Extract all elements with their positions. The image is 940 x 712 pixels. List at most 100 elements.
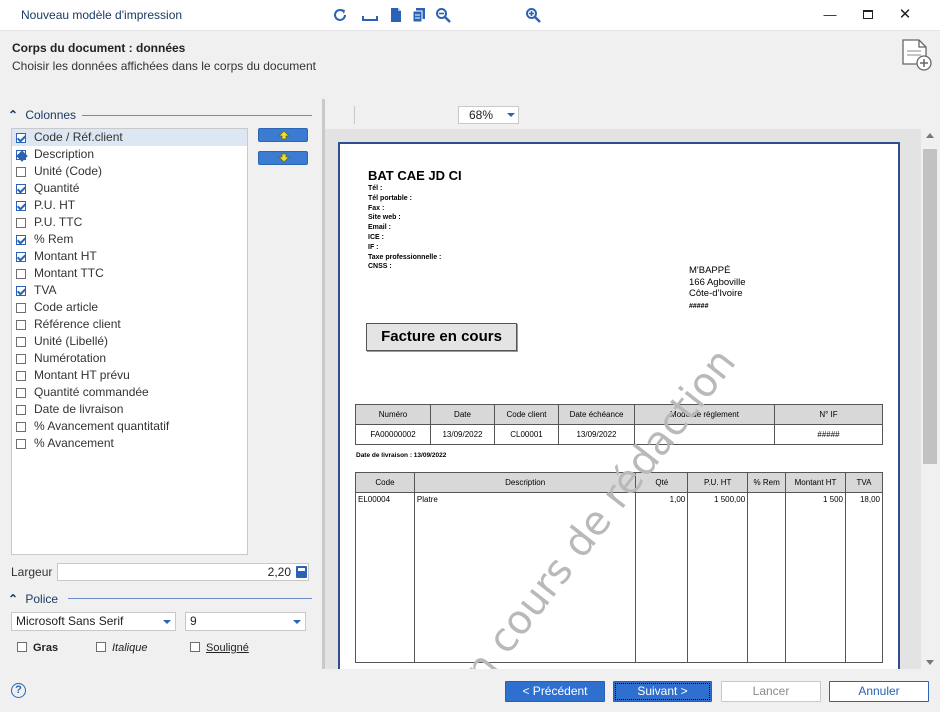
underline-checkbox[interactable]: Souligné [190,642,249,654]
company-field: Email : [368,224,391,232]
chevron-down-icon [507,113,515,117]
column-checkbox[interactable] [16,201,26,211]
font-name-value: Microsoft Sans Serif [16,614,124,628]
table-header-cell: N° IF [774,404,883,425]
column-checkbox[interactable] [16,439,26,449]
column-item[interactable]: Référence client [12,316,247,333]
column-item[interactable]: Quantité commandée [12,384,247,401]
collapse-icon: ⌃ [8,592,19,606]
maximize-button[interactable] [858,6,878,24]
scroll-thumb[interactable] [923,149,937,464]
group-divider [68,598,312,599]
column-checkbox[interactable] [16,320,26,330]
multi-page-icon[interactable] [411,7,427,23]
single-page-icon[interactable] [388,7,404,23]
company-name: BAT CAE JD CI [368,168,462,183]
column-checkbox[interactable] [16,422,26,432]
column-checkbox[interactable] [16,354,26,364]
maximize-icon [863,10,873,19]
column-checkbox[interactable] [16,337,26,347]
column-item[interactable]: % Rem [12,231,247,248]
underline-label: Souligné [206,642,249,654]
print-preview[interactable]: BAT CAE JD CI Tél : Tél portable : Fax : Si… [325,129,921,669]
refresh-icon[interactable] [332,7,348,23]
minimize-button[interactable]: — [820,6,840,24]
font-name-select[interactable]: Microsoft Sans Serif [11,612,176,631]
column-checkbox[interactable] [16,303,26,313]
zoom-select[interactable]: 68% [458,106,519,124]
columns-group-header[interactable]: ⌃ Colonnes [8,108,76,122]
column-item[interactable]: Code article [12,299,247,316]
column-item[interactable]: % Avancement quantitatif [12,418,247,435]
page-width-icon[interactable] [362,7,378,23]
move-up-button[interactable] [258,128,308,142]
cancel-button[interactable]: Annuler [829,681,929,702]
column-label: Montant HT [34,249,97,263]
column-label: Code article [34,300,99,314]
column-label: TVA [34,283,57,297]
arrow-up-icon [278,130,290,140]
italic-checkbox[interactable]: Italique [96,642,147,654]
column-item[interactable]: TVA [12,282,247,299]
column-checkbox[interactable] [16,371,26,381]
column-item[interactable]: Montant TTC [12,265,247,282]
scroll-up-icon[interactable] [926,133,934,138]
arrow-down-icon [278,153,290,163]
column-item[interactable]: P.U. HT [12,197,247,214]
company-field: Tél : [368,185,383,192]
document-add-icon [902,39,932,71]
table-cell: EL00004 [355,492,415,663]
bold-checkbox[interactable]: Gras [17,642,58,654]
column-checkbox[interactable] [16,252,26,262]
column-checkbox[interactable] [16,286,26,296]
column-checkbox[interactable] [16,218,26,228]
font-size-select[interactable]: 9 [185,612,306,631]
column-item[interactable]: Montant HT prévu [12,367,247,384]
column-checkbox[interactable] [16,184,26,194]
table-cell: FA00000002 [355,424,431,445]
column-checkbox[interactable] [16,388,26,398]
column-checkbox[interactable] [16,235,26,245]
column-label: Description [34,147,95,161]
column-item[interactable]: P.U. TTC [12,214,247,231]
launch-button[interactable]: Lancer [721,681,821,702]
next-button[interactable]: Suivant > [613,681,712,702]
font-group-label: Police [25,592,59,606]
column-item[interactable]: Numérotation [12,350,247,367]
font-group-header[interactable]: ⌃ Police [8,592,58,606]
column-label: P.U. HT [34,198,76,212]
column-item[interactable]: Code / Réf.client [12,129,247,146]
previous-button[interactable]: < Précédent [505,681,605,702]
column-item[interactable]: Description [12,146,247,163]
column-checkbox[interactable] [16,167,26,177]
width-input[interactable]: 2,20 [57,563,309,581]
column-item[interactable]: Unité (Libellé) [12,333,247,350]
column-label: Quantité [34,181,80,195]
checkbox-box [190,642,200,652]
window-title: Nouveau modèle d'impression [21,8,183,22]
column-checkbox[interactable] [16,150,26,160]
column-item[interactable]: Quantité [12,180,247,197]
columns-list[interactable]: Code / Réf.client Description Unité (Code)… [11,128,248,555]
column-item[interactable]: Montant HT [12,248,247,265]
column-label: Montant TTC [34,266,104,280]
column-checkbox[interactable] [16,133,26,143]
column-checkbox[interactable] [16,405,26,415]
zoom-in-icon[interactable] [525,7,541,23]
toolbar-divider [354,106,355,124]
preview-scrollbar[interactable] [921,129,940,669]
column-item[interactable]: Date de livraison [12,401,247,418]
calculator-icon[interactable] [296,566,307,578]
help-icon[interactable]: ? [11,683,26,698]
scroll-down-icon[interactable] [926,660,934,665]
zoom-out-icon[interactable] [435,7,451,23]
document-title: Facture en cours [366,323,517,351]
column-label: Référence client [34,317,121,331]
column-checkbox[interactable] [16,269,26,279]
close-button[interactable]: ✕ [895,6,915,24]
column-item[interactable]: Unité (Code) [12,163,247,180]
table-header-cell: Code client [494,404,559,425]
move-down-button[interactable] [258,151,308,165]
column-label: % Avancement [34,436,114,450]
column-item[interactable]: % Avancement [12,435,247,452]
